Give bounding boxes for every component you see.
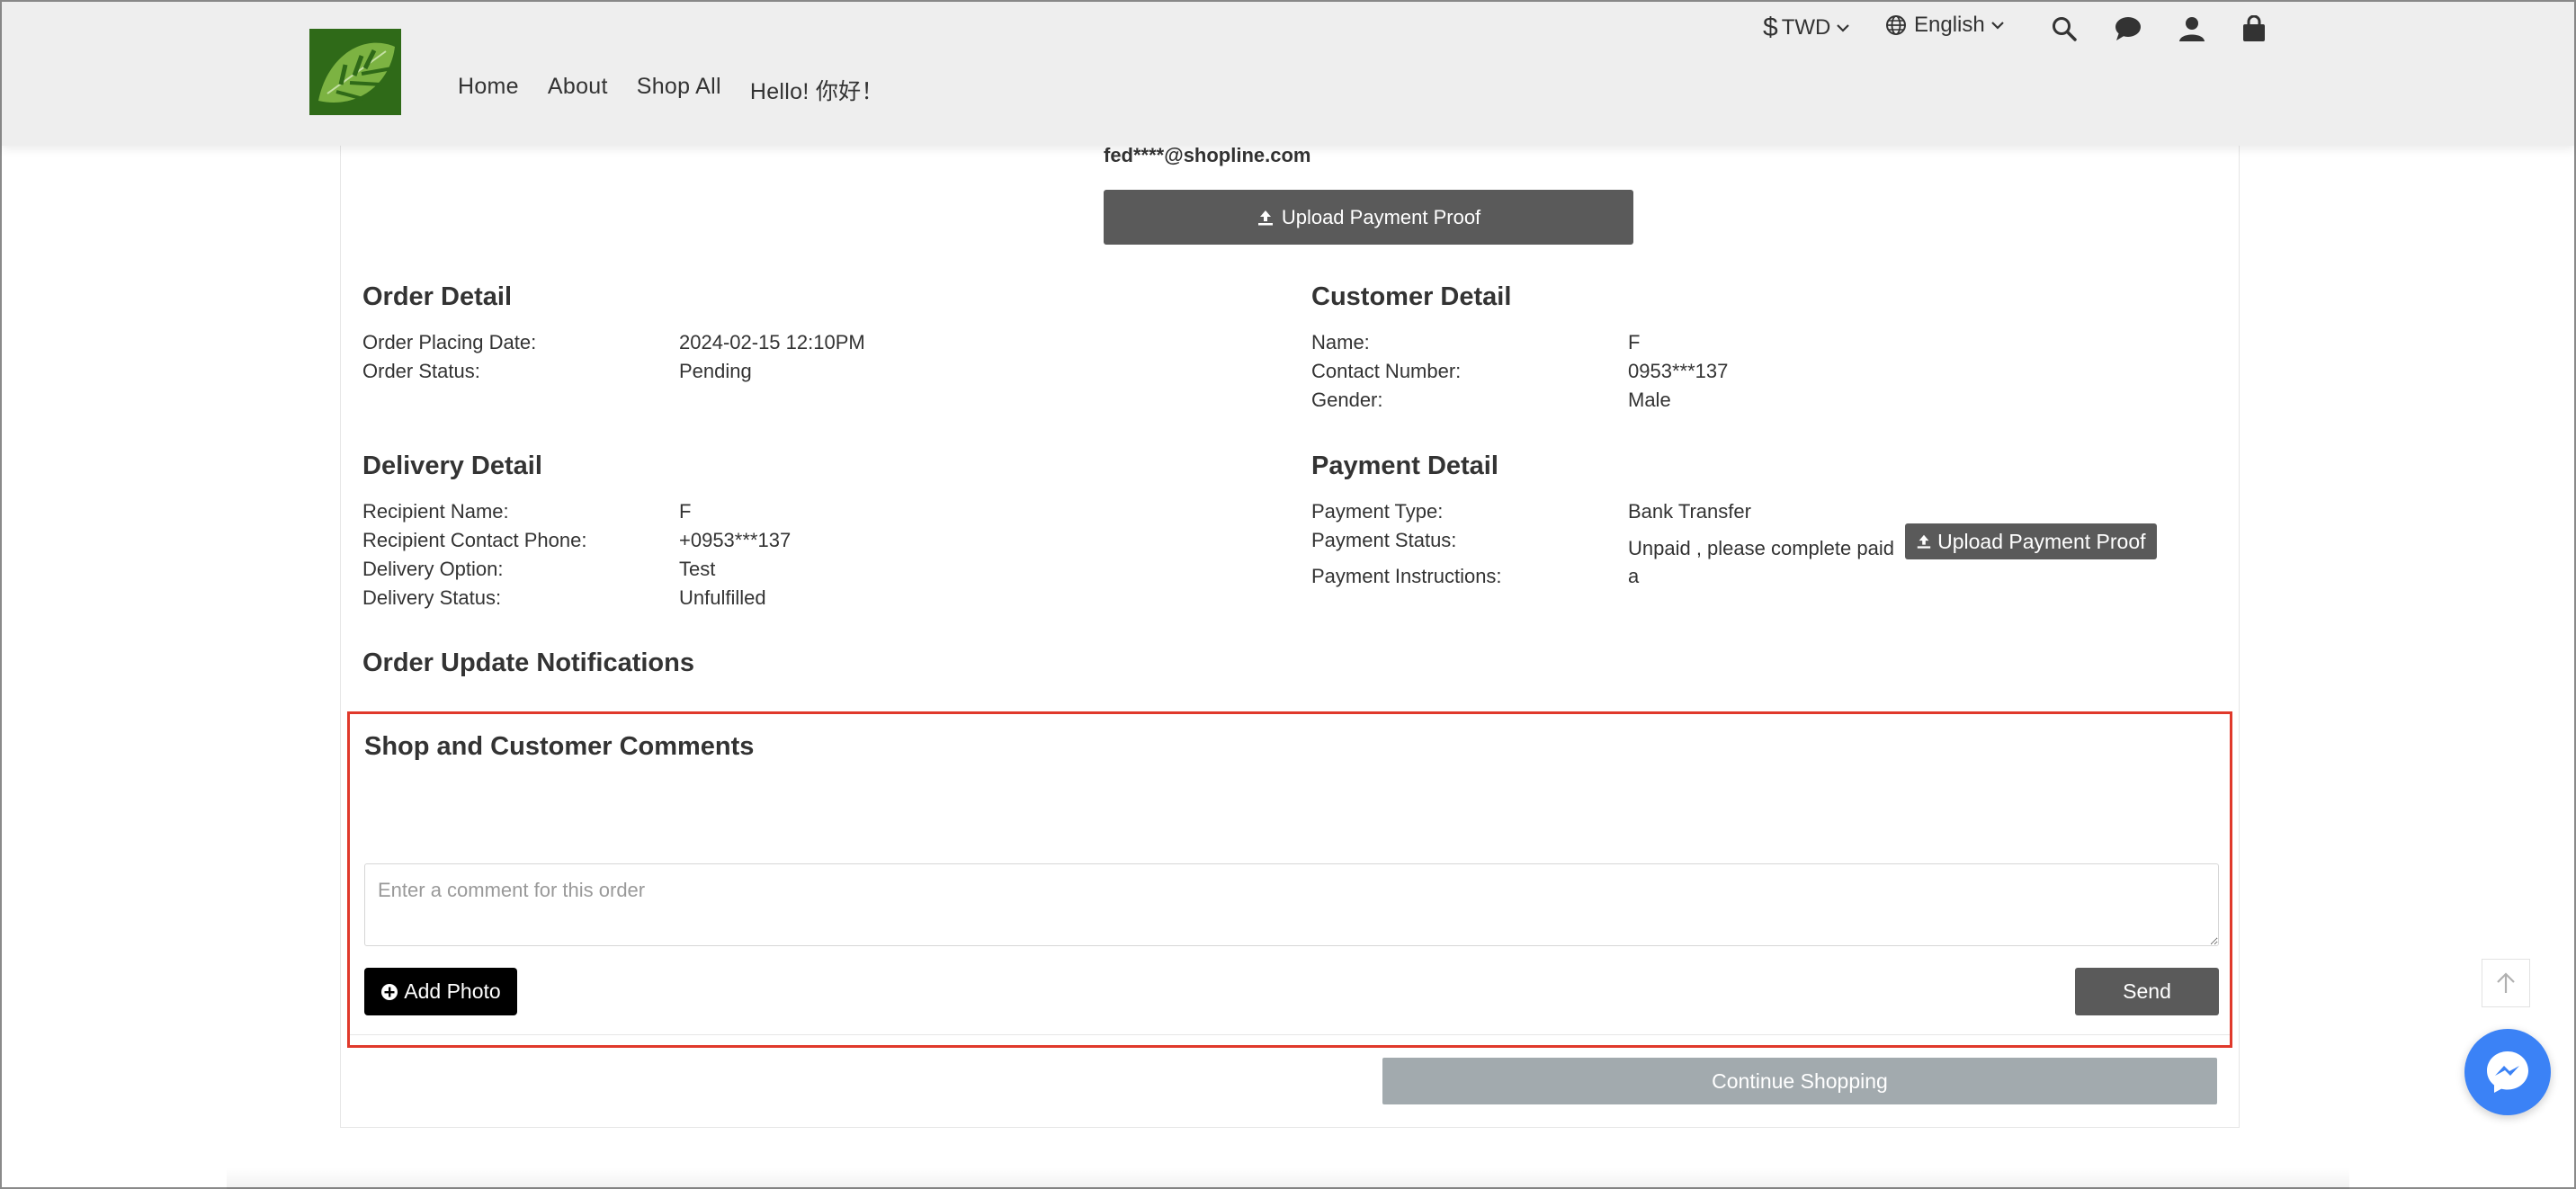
delivery-option-label: Delivery Option: xyxy=(362,558,504,580)
cart-button[interactable] xyxy=(2238,13,2270,45)
order-detail-title: Order Detail xyxy=(362,282,512,311)
upload-icon xyxy=(1257,210,1273,225)
search-button[interactable] xyxy=(2048,13,2080,45)
customer-name-value: F xyxy=(1628,331,1641,353)
payment-status-value: Unpaid , please complete paid Upload Pay… xyxy=(1628,523,2157,565)
delivery-option-value: Test xyxy=(679,558,716,580)
nav-hello[interactable]: Hello! 你好！ xyxy=(750,74,884,106)
currency-label: TWD xyxy=(1781,15,1831,40)
order-status-value: Pending xyxy=(679,360,752,382)
delivery-detail-row: Delivery Option: Test xyxy=(362,558,715,581)
user-icon xyxy=(2179,17,2205,41)
shop-logo[interactable] xyxy=(309,29,401,115)
main-nav: Home About Shop All Hello! 你好！ xyxy=(458,74,913,106)
chat-bubble-icon xyxy=(2115,17,2141,40)
recipient-name-value: F xyxy=(679,500,692,523)
upload-icon xyxy=(1917,534,1931,549)
chevron-down-icon xyxy=(1990,22,2004,30)
customer-name-label: Name: xyxy=(1311,331,1370,353)
divider xyxy=(350,1034,2230,1035)
messenger-button[interactable] xyxy=(2464,1029,2551,1115)
order-status-label: Order Status: xyxy=(362,360,480,382)
gender-label: Gender: xyxy=(1311,389,1383,411)
continue-shopping-button[interactable]: Continue Shopping xyxy=(1382,1058,2217,1104)
customer-detail-row: Contact Number: 0953***137 xyxy=(1311,360,1728,383)
order-detail-row: Order Placing Date: 2024-02-15 12:10PM xyxy=(362,331,865,354)
comments-section: Shop and Customer Comments Add Photo Sen… xyxy=(347,711,2232,1048)
contact-number-value: 0953***137 xyxy=(1628,360,1729,382)
currency-symbol: $ xyxy=(1763,13,1778,42)
chat-button[interactable] xyxy=(2112,13,2144,45)
customer-detail-row: Name: F xyxy=(1311,331,1640,354)
delivery-detail-title: Delivery Detail xyxy=(362,451,542,480)
order-placing-date-value: 2024-02-15 12:10PM xyxy=(679,331,865,353)
order-placing-date-label: Order Placing Date: xyxy=(362,331,537,353)
search-icon xyxy=(2053,17,2077,41)
payment-status-label: Payment Status: xyxy=(1311,529,1457,551)
upload-payment-proof-button[interactable]: Upload Payment Proof xyxy=(1104,190,1633,245)
payment-detail-row: Payment Status: Unpaid , please complete… xyxy=(1311,523,2157,565)
comments-title: Shop and Customer Comments xyxy=(364,732,755,761)
monstera-leaf-icon xyxy=(309,29,401,115)
shopping-bag-icon xyxy=(2243,15,2265,41)
payment-detail-row: Payment Type: Bank Transfer xyxy=(1311,500,1751,523)
comment-input[interactable] xyxy=(364,863,2219,946)
payment-detail-title: Payment Detail xyxy=(1311,451,1498,480)
chevron-down-icon xyxy=(1837,24,1850,32)
contact-number-label: Contact Number: xyxy=(1311,360,1462,382)
nav-about[interactable]: About xyxy=(548,74,608,106)
payment-detail-row: Payment Instructions: a xyxy=(1311,565,1639,588)
send-button[interactable]: Send xyxy=(2075,968,2219,1015)
upload-payment-proof-label: Upload Payment Proof xyxy=(1281,205,1481,228)
delivery-detail-row: Delivery Status: Unfulfilled xyxy=(362,586,766,610)
payment-instructions-value: a xyxy=(1628,565,1640,587)
customer-email: fed****@shopline.com xyxy=(1104,144,1311,166)
payment-type-value: Bank Transfer xyxy=(1628,500,1751,523)
add-photo-button[interactable]: Add Photo xyxy=(364,968,517,1015)
payment-status-text: Unpaid , please complete paid xyxy=(1628,537,1894,559)
customer-detail-title: Customer Detail xyxy=(1311,282,1512,311)
currency-selector[interactable]: $ TWD xyxy=(1763,13,1850,43)
back-to-top-button[interactable] xyxy=(2482,959,2530,1007)
order-detail-row: Order Status: Pending xyxy=(362,360,752,383)
add-photo-label: Add Photo xyxy=(404,979,501,1003)
nav-home[interactable]: Home xyxy=(458,74,519,106)
delivery-detail-row: Recipient Name: F xyxy=(362,500,691,523)
language-selector[interactable]: English xyxy=(1885,13,2005,38)
globe-icon xyxy=(1886,15,1906,35)
recipient-phone-label: Recipient Contact Phone: xyxy=(362,529,587,551)
messenger-icon xyxy=(2487,1051,2528,1093)
delivery-status-value: Unfulfilled xyxy=(679,586,766,609)
nav-shop-all[interactable]: Shop All xyxy=(637,74,721,106)
upload-payment-proof-inline-label: Upload Payment Proof xyxy=(1937,529,2146,553)
payment-instructions-label: Payment Instructions: xyxy=(1311,565,1502,587)
order-update-notifications-title: Order Update Notifications xyxy=(362,648,694,677)
upload-payment-proof-inline-button[interactable]: Upload Payment Proof xyxy=(1905,523,2157,559)
delivery-status-label: Delivery Status: xyxy=(362,586,502,609)
site-header: Home About Shop All Hello! 你好！ $ TWD Eng… xyxy=(2,2,2574,146)
recipient-name-label: Recipient Name: xyxy=(362,500,509,523)
arrow-up-icon xyxy=(2497,972,2515,993)
recipient-phone-value: +0953***137 xyxy=(679,529,792,551)
delivery-detail-row: Recipient Contact Phone: +0953***137 xyxy=(362,529,791,552)
customer-detail-row: Gender: Male xyxy=(1311,389,1671,412)
gender-value: Male xyxy=(1628,389,1671,411)
payment-type-label: Payment Type: xyxy=(1311,500,1444,523)
bottom-shadow xyxy=(227,1167,2349,1189)
account-button[interactable] xyxy=(2176,13,2208,45)
plus-circle-icon xyxy=(381,983,398,1000)
language-label: English xyxy=(1914,13,1985,37)
